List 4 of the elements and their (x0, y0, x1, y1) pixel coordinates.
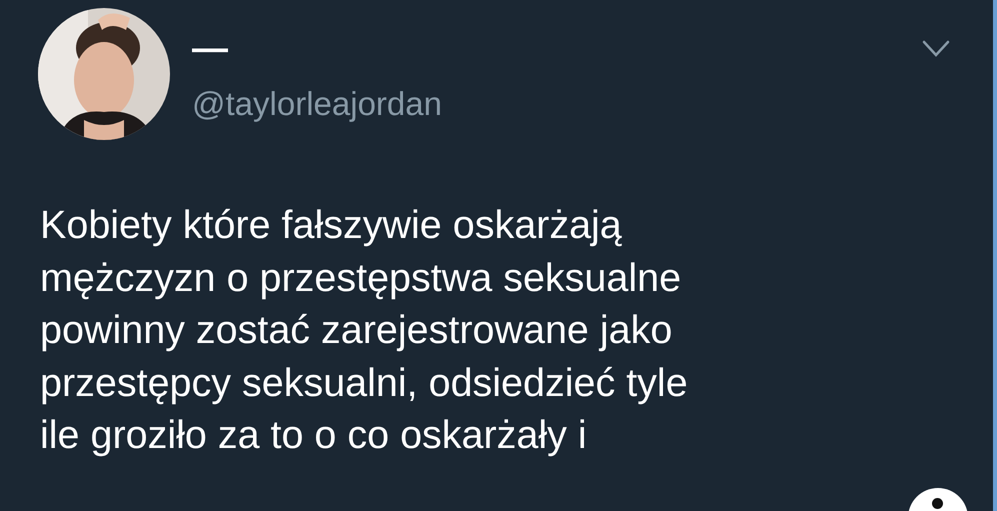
chevron-down-icon[interactable] (922, 40, 950, 58)
tweet-text: Kobiety które fałszywie oskarżają mężczyzn o przestępstwa seksualne powinny zostać zarejestrowane jako przestępcy seksualni, odsiedzieć tyle ile groziło za to o co oskarżały i (40, 202, 689, 459)
display-name: — (192, 28, 229, 68)
user-handle: @taylorleajordan (192, 84, 442, 124)
